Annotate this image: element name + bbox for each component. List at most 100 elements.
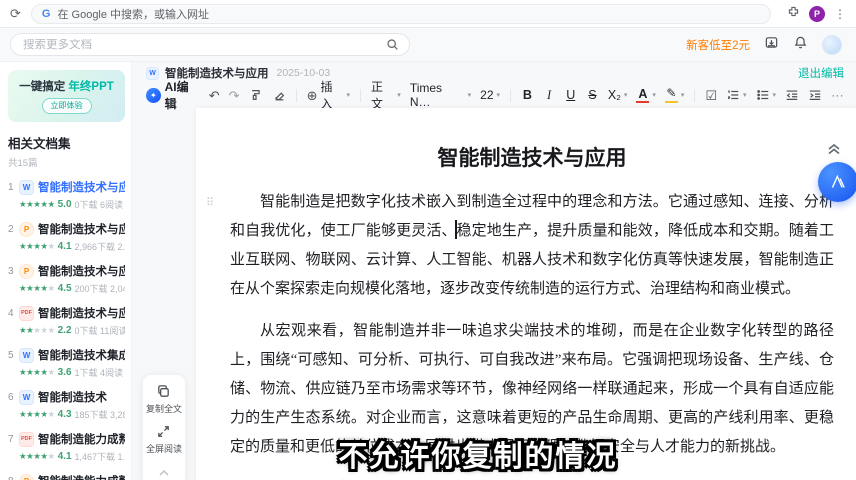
paragraph[interactable]: 智能制造是把数字化技术嵌入到制造全过程中的理念和方法。它通过感知、连接、分析和自… <box>230 188 834 304</box>
ppt-doc-icon: P <box>19 474 34 480</box>
item-index: 2 <box>8 224 15 235</box>
font-family-select[interactable]: Times N… ▾ <box>410 81 471 109</box>
address-bar[interactable]: G 在 Google 中搜索，或输入网址 <box>31 4 771 24</box>
format-painter-icon[interactable] <box>249 88 263 102</box>
paragraph-style-select[interactable]: 正文 ▾ <box>371 78 401 112</box>
chevron-down-icon: ▾ <box>397 91 401 99</box>
bullet-list-menu[interactable]: ▾ <box>756 88 777 102</box>
doc-title-link[interactable]: 智能制造技术与应用 <box>38 305 125 321</box>
bullet-list-icon <box>756 88 770 102</box>
doc-title-link[interactable]: 智能制造能力成熟度… <box>38 473 125 480</box>
list-item[interactable]: 2 P 智能制造技术与应用 ★★★★★ 4.1 2,966下载 2.03W阅读 <box>8 221 125 253</box>
browser-profile-avatar[interactable]: P <box>809 6 825 22</box>
outdent-icon[interactable] <box>785 88 799 102</box>
strikethrough-button[interactable]: S <box>586 88 599 102</box>
fullscreen-icon <box>156 424 171 439</box>
italic-button[interactable]: I <box>543 88 556 103</box>
address-placeholder: 在 Google 中搜索，或输入网址 <box>57 6 209 22</box>
doc-title-link[interactable]: 智能制造技术与应用 <box>38 179 125 195</box>
font-family-value: Times N… <box>410 81 465 109</box>
promo-banner[interactable]: 一键搞定 年终PPT 立即体验 <box>8 70 125 122</box>
highlight-menu[interactable]: ✎ ▾ <box>665 87 685 103</box>
underline-button[interactable]: U <box>564 88 577 102</box>
ordered-list-menu[interactable]: ▾ <box>726 88 747 102</box>
bold-button[interactable]: B <box>521 88 534 102</box>
font-size-select[interactable]: 22 ▾ <box>480 88 500 102</box>
list-item[interactable]: 7 PDF 智能制造能力成熟度… ★★★★★ 4.1 1,467下载 1.29W… <box>8 431 125 463</box>
list-item[interactable]: 4 PDF 智能制造技术与应用 ★★★★★ 2.2 0下载 11阅读 <box>8 305 125 337</box>
list-item[interactable]: 1 W 智能制造技术与应用 ★★★★★ 5.0 0下载 6阅读 <box>8 179 125 211</box>
search-icon[interactable] <box>386 38 399 51</box>
doc-title-link[interactable]: 智能制造技术与应用 <box>38 221 125 237</box>
doc-stats: 1,467下载 1.29W阅读 <box>75 450 125 463</box>
section-heading[interactable]: 一、核心观念与构架要点 <box>230 475 834 480</box>
reload-icon[interactable]: ⟳ <box>10 7 21 20</box>
collapse-panel-icon[interactable] <box>158 464 170 480</box>
downloads-icon[interactable] <box>764 35 779 55</box>
clear-format-icon[interactable] <box>272 88 286 102</box>
ai-icon: ✦ <box>146 88 161 103</box>
list-item[interactable]: 3 P 智能制造技术与应用 ★★★★★ 4.5 200下载 2,045阅读 <box>8 263 125 295</box>
insert-label: 插入 <box>320 78 343 112</box>
promo-link[interactable]: 新客低至2元 <box>686 37 750 53</box>
browser-menu-icon[interactable]: ⋮ <box>834 7 846 21</box>
copy-all-button[interactable]: 复制全文 <box>146 384 182 415</box>
collapse-up-icon[interactable] <box>826 142 842 161</box>
item-index: 8 <box>8 476 15 480</box>
banner-try-button[interactable]: 立即体验 <box>42 98 92 114</box>
pdf-doc-icon: PDF <box>19 432 34 447</box>
user-avatar[interactable] <box>822 35 842 55</box>
redo-icon[interactable]: ↷ <box>229 89 240 102</box>
doc-title-link[interactable]: 智能制造技术与应用 <box>38 263 125 279</box>
ai-edit-button[interactable]: ✦ AI编辑 <box>146 78 200 112</box>
sidebar: 一键搞定 年终PPT 立即体验 相关文档集 共15篇 1 W 智能制造技术与应用… <box>0 62 132 480</box>
doc-title-link[interactable]: 智能制造技术 <box>38 389 107 405</box>
extensions-icon[interactable] <box>787 5 800 23</box>
list-item[interactable]: 5 W 智能制造技术集成与… ★★★★★ 3.6 1下载 4阅读 <box>8 347 125 379</box>
document-title: 智能制造技术与应用 <box>230 142 834 172</box>
doc-title-link[interactable]: 智能制造能力成熟度… <box>38 431 125 447</box>
indent-icon[interactable] <box>808 88 822 102</box>
undo-icon[interactable]: ↶ <box>209 89 220 102</box>
video-subtitle: 不允许你复制的情况 <box>338 433 617 475</box>
doc-stats: 2,966下载 2.03W阅读 <box>75 240 125 253</box>
google-icon: G <box>42 8 51 20</box>
insert-menu[interactable]: ⊕ 插入 ▾ <box>307 78 350 112</box>
fullscreen-read-label: 全屏阅读 <box>146 442 182 455</box>
more-options-icon[interactable]: ⋯ <box>831 89 844 102</box>
search-input[interactable] <box>23 39 379 51</box>
copy-icon <box>156 384 171 399</box>
doc-stats: 1下载 4阅读 <box>75 366 124 379</box>
star-rating: ★★★★★ <box>19 367 55 378</box>
paragraph-style-value: 正文 <box>371 78 394 112</box>
list-item[interactable]: 8 P 智能制造能力成熟度… ★★★★★ 4.4 179下载 1,394阅读 <box>8 473 125 480</box>
list-item[interactable]: 6 W 智能制造技术 ★★★★★ 4.3 185下载 3,284阅读 <box>8 389 125 421</box>
divider <box>360 89 361 102</box>
bell-icon[interactable] <box>793 35 808 55</box>
ai-assistant-button[interactable] <box>818 162 856 202</box>
exit-edit-button[interactable]: 退出编辑 <box>798 65 844 81</box>
task-list-icon[interactable]: ☑ <box>705 89 717 102</box>
doc-header: W 智能制造技术与应用 2025-10-03 退出编辑 <box>132 62 856 82</box>
item-index: 1 <box>8 182 15 193</box>
word-doc-icon: W <box>19 180 34 195</box>
chevron-down-icon: ▾ <box>497 91 501 99</box>
subscript-menu[interactable]: X₂ ▾ <box>608 88 628 102</box>
fullscreen-read-button[interactable]: 全屏阅读 <box>146 424 182 455</box>
rating-value: 2.2 <box>58 325 72 336</box>
divider <box>694 89 695 102</box>
star-rating: ★★★★★ <box>19 283 55 294</box>
related-docs-count: 共15篇 <box>8 155 125 169</box>
banner-title-left: 一键搞定 <box>19 81 65 93</box>
item-index: 7 <box>8 434 15 445</box>
drag-handle-icon[interactable]: ⠿ <box>206 196 214 209</box>
document-page[interactable]: ⠿ 智能制造技术与应用 智能制造是把数字化技术嵌入到制造全过程中的理念和方法。它… <box>196 108 856 480</box>
chevron-down-icon: ▾ <box>624 91 628 99</box>
app-header: 新客低至2元 <box>0 28 856 62</box>
doc-title-link[interactable]: 智能制造技术集成与… <box>38 347 125 363</box>
banner-title-right: 年终PPT <box>68 81 113 93</box>
search-box[interactable] <box>10 33 410 56</box>
ai-logo-icon <box>827 171 849 193</box>
font-color-menu[interactable]: A ▾ <box>636 87 656 103</box>
rating-value: 4.1 <box>58 241 72 252</box>
